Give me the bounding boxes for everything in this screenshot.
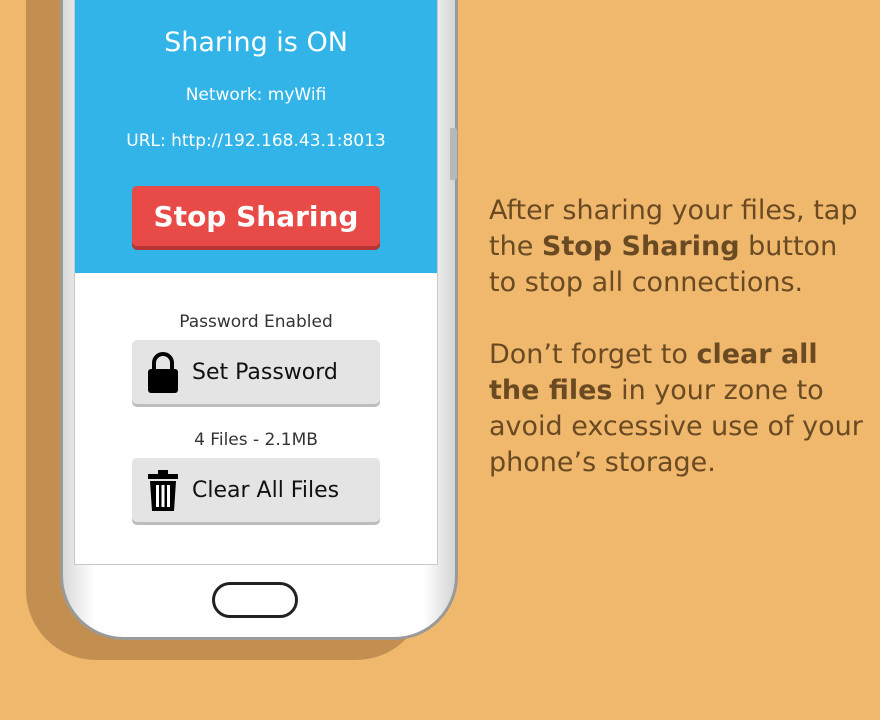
url-label: URL: http://192.168.43.1:8013 — [126, 131, 386, 151]
network-label: Network: myWifi — [185, 85, 327, 105]
caption-paragraph-clear: Don’t forget to clear all the files in y… — [489, 337, 869, 481]
clear-all-files-label: Clear All Files — [192, 477, 340, 503]
caption-text: Don’t forget to — [489, 339, 697, 370]
sharing-status-panel: Sharing is ON Network: myWifi URL: http:… — [75, 0, 437, 273]
sharing-status-title: Sharing is ON — [164, 27, 348, 58]
clear-all-files-button[interactable]: Clear All Files — [132, 458, 380, 522]
trash-icon — [146, 468, 180, 512]
set-password-label: Set Password — [192, 359, 338, 385]
instruction-caption: After sharing your files, tap the Stop S… — [489, 193, 869, 517]
phone-side-button — [450, 128, 457, 180]
caption-emphasis: Stop Sharing — [541, 231, 740, 262]
set-password-button[interactable]: Set Password — [132, 340, 380, 404]
stop-sharing-button[interactable]: Stop Sharing — [132, 186, 380, 246]
lock-icon — [146, 350, 180, 394]
caption-paragraph-stop: After sharing your files, tap the Stop S… — [489, 193, 869, 301]
phone-home-button[interactable] — [212, 582, 298, 618]
password-status: Password Enabled — [179, 312, 333, 332]
phone-screen: Sharing is ON Network: myWifi URL: http:… — [74, 0, 438, 565]
files-info: 4 Files - 2.1MB — [194, 430, 318, 450]
